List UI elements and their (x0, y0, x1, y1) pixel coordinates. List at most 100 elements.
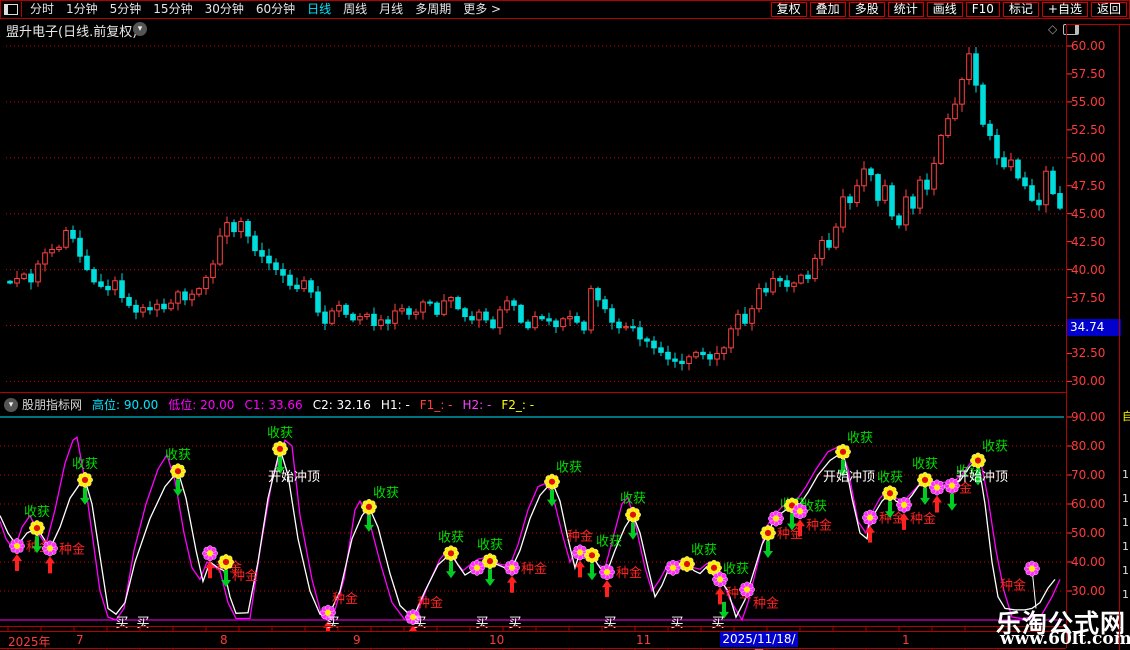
indicator-param-5: H1: - (381, 398, 410, 412)
current-price-badge: 34.74 (1067, 319, 1121, 336)
strip-digit: 1 (1122, 492, 1129, 505)
date-axis[interactable]: 2025年 2025/11/18/二 78910111 (0, 632, 1066, 648)
strip-digit: 1 (1122, 540, 1129, 553)
toolbar-button-多股[interactable]: 多股 (849, 2, 885, 17)
indicator-axis-label: 70.00 (1071, 468, 1119, 482)
signal-label: 收获 (477, 538, 503, 553)
toolbar-item-日线[interactable]: 日线 (307, 2, 331, 17)
indicator-param-6: F1_: - (420, 398, 453, 412)
buy-signal-label: 买 (603, 616, 616, 631)
candlestick-series (8, 47, 1063, 371)
collapse-chevron-icon[interactable]: ▾ (4, 398, 18, 412)
magenta-line (0, 437, 1060, 620)
signal-label: 收获 (373, 486, 399, 501)
indicator-header: ▾ 股朋指标网高位: 90.00低位: 20.00C1: 33.66C2: 32… (0, 395, 1082, 414)
window-menu-icon[interactable] (1, 2, 22, 17)
signal-label: 收获 (982, 440, 1008, 455)
toolbar-item-更多 >[interactable]: 更多 > (463, 2, 501, 17)
signal-label: 收获 (847, 431, 873, 446)
indicator-axis-label: 40.00 (1071, 555, 1119, 569)
indicator-axis-label: 50.00 (1071, 526, 1119, 540)
toolbar-item-分时[interactable]: 分时 (30, 2, 54, 17)
buy-signal-label: 买 (711, 616, 724, 631)
signal-label: 种金 (59, 541, 85, 557)
toolbar-item-15分钟[interactable]: 15分钟 (153, 2, 192, 17)
buy-signal-label: 买 (670, 616, 683, 631)
toolbar-button-+自选[interactable]: +自选 (1042, 2, 1088, 17)
buy-signal-label: 买 (115, 616, 128, 631)
toolbar-item-30分钟[interactable]: 30分钟 (205, 2, 244, 17)
signal-label: 收获 (877, 470, 903, 485)
peak-alert-text: 开始冲顶 (823, 470, 875, 485)
month-label-7: 7 (76, 633, 84, 647)
price-axis-label: 32.50 (1071, 346, 1119, 360)
signal-label: 种金 (521, 561, 547, 577)
trading-app-window: 种金收获种金收获收获种金种金收获种金收获种金收获收获种金收获种金收获种金收获收获… (0, 0, 1130, 650)
month-label-8: 8 (220, 633, 228, 647)
chart-canvas: 种金收获种金收获收获种金种金收获种金收获种金收获收获种金收获种金收获种金收获收获… (0, 0, 1130, 650)
peak-alert-text: 开始冲顶 (268, 470, 320, 485)
toolbar-button-复权[interactable]: 复权 (771, 2, 807, 17)
signal-label: 收获 (556, 461, 582, 476)
indicator-bottom-border (0, 626, 1066, 627)
diamond-icon[interactable]: ◇ (1048, 22, 1057, 36)
signal-label: 收获 (72, 457, 98, 472)
chevron-down-icon[interactable]: ▾ (133, 22, 147, 36)
indicator-axis-label: 30.00 (1071, 584, 1119, 598)
signal-label: 种金 (417, 595, 443, 611)
toolbar-item-1分钟[interactable]: 1分钟 (66, 2, 98, 17)
month-label-9: 9 (353, 633, 361, 647)
year-label: 2025年 (8, 633, 51, 650)
price-axis-label: 42.50 (1071, 235, 1119, 249)
month-label-1: 1 (902, 633, 910, 647)
indicator-axis-label: 60.00 (1071, 497, 1119, 511)
strip-digit: 1 (1122, 588, 1129, 601)
strip-digit: 1 (1122, 564, 1129, 577)
toolbar-item-月线[interactable]: 月线 (379, 2, 403, 17)
date-row-bottom-border (0, 648, 1066, 649)
period-menu: 分时 1分钟 5分钟 15分钟 30分钟 60分钟日线周线月线多周期更多 > (22, 2, 771, 17)
indicator-param-1: 高位: 90.00 (92, 396, 158, 413)
toolbar-actions: 复权叠加多股统计画线F10标记+自选返回 (771, 2, 1129, 17)
signal-label: 收获 (267, 426, 293, 441)
toolbar-button-画线[interactable]: 画线 (927, 2, 963, 17)
price-axis-label: 30.00 (1071, 374, 1119, 388)
strip-digit: 1 (1122, 516, 1129, 529)
top-toolbar: 分时 1分钟 5分钟 15分钟 30分钟 60分钟日线周线月线多周期更多 > 复权叠加多股… (0, 0, 1130, 19)
signal-label: 收获 (24, 505, 50, 520)
signal-label: 种金 (567, 528, 593, 544)
price-axis-label: 45.00 (1071, 207, 1119, 221)
toolbar-button-F10[interactable]: F10 (966, 2, 1000, 17)
signal-label: 种金 (232, 568, 258, 584)
signal-label: 收获 (438, 530, 464, 545)
month-label-11: 11 (636, 633, 651, 647)
signal-label: 种金 (910, 511, 936, 527)
axis-divider (1066, 24, 1067, 648)
toolbar-item-60分钟[interactable]: 60分钟 (256, 2, 295, 17)
indicator-param-7: H2: - (463, 398, 492, 412)
price-axis-label: 47.50 (1071, 179, 1119, 193)
toolbar-button-标记[interactable]: 标记 (1003, 2, 1039, 17)
toolbar-button-统计[interactable]: 统计 (888, 2, 924, 17)
chart-indicator-divider (0, 392, 1066, 393)
price-axis-label: 50.00 (1071, 151, 1119, 165)
signal-label: 收获 (691, 543, 717, 558)
indicator-axis-label: 80.00 (1071, 439, 1119, 453)
panel-layout-icon (4, 4, 18, 15)
toolbar-button-返回[interactable]: 返回 (1091, 2, 1127, 17)
price-axis-label: 37.50 (1071, 291, 1119, 305)
signal-label: 种金 (616, 565, 642, 581)
toolbar-item-周线[interactable]: 周线 (343, 2, 367, 17)
month-label-10: 10 (489, 633, 504, 647)
toolbar-button-叠加[interactable]: 叠加 (810, 2, 846, 17)
instrument-title: 盟升电子(日线.前复权) (6, 21, 137, 40)
signal-label: 收获 (596, 534, 622, 549)
watermark-url: www.60lt.com (1000, 629, 1130, 649)
signal-label: 种金 (806, 517, 832, 533)
toolbar-item-多周期[interactable]: 多周期 (415, 2, 451, 17)
indicator-param-8: F2_: - (501, 398, 534, 412)
right-sidebar-strip: 自111111 (1119, 24, 1130, 650)
toolbar-item-5分钟[interactable]: 5分钟 (110, 2, 142, 17)
price-axis-label: 40.00 (1071, 263, 1119, 277)
indicator-param-4: C2: 32.16 (313, 398, 371, 412)
